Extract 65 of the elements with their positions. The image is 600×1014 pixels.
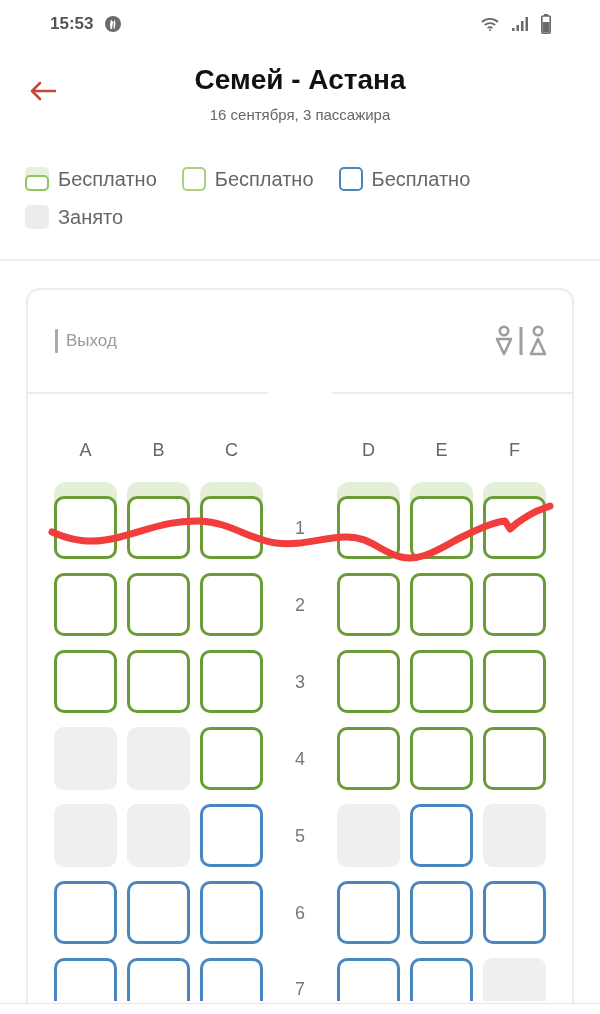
column-letter: F <box>509 440 520 460</box>
seat[interactable] <box>54 573 117 636</box>
signal-icon <box>512 17 528 31</box>
seat[interactable] <box>337 727 400 790</box>
seat[interactable] <box>54 482 117 559</box>
seat[interactable] <box>410 573 473 636</box>
seat-swatch-icon <box>338 167 363 191</box>
column-letter: E <box>435 440 448 460</box>
seat[interactable] <box>54 881 117 944</box>
column-letter: D <box>362 440 375 460</box>
seat[interactable] <box>200 881 263 944</box>
seat[interactable] <box>410 482 473 559</box>
seat[interactable] <box>483 650 546 713</box>
row-number: 7 <box>295 978 305 1000</box>
seat-swatch-icon <box>25 167 49 191</box>
status-time: 15:53 <box>50 14 94 34</box>
wifi-icon <box>481 17 499 31</box>
back-arrow-icon[interactable] <box>30 81 56 101</box>
seat[interactable] <box>410 881 473 944</box>
column-letter: B <box>152 440 165 460</box>
row-number: 4 <box>295 748 305 770</box>
column-letter: C <box>225 440 238 460</box>
seat[interactable] <box>200 727 263 790</box>
seat[interactable] <box>337 958 400 1001</box>
seat[interactable] <box>127 650 190 713</box>
seat[interactable] <box>127 573 190 636</box>
battery-icon <box>541 14 551 34</box>
seat[interactable] <box>127 958 190 1001</box>
seat[interactable] <box>337 482 400 559</box>
seat[interactable] <box>200 650 263 713</box>
row-number: 1 <box>295 517 305 539</box>
seat[interactable] <box>410 650 473 713</box>
seat[interactable] <box>54 650 117 713</box>
seat[interactable] <box>337 881 400 944</box>
seat[interactable] <box>483 573 546 636</box>
seat[interactable] <box>337 650 400 713</box>
seat[interactable] <box>127 881 190 944</box>
seat[interactable] <box>127 482 190 559</box>
row-number: 5 <box>295 825 305 847</box>
legend-label: Бесплатно <box>214 167 314 192</box>
legend-label: Занято <box>58 205 124 230</box>
seat[interactable] <box>483 727 546 790</box>
legend-label: Бесплатно <box>371 167 471 192</box>
seat[interactable] <box>483 881 546 944</box>
restroom-icon <box>495 325 547 357</box>
row-number: 6 <box>295 902 305 924</box>
seat[interactable] <box>200 958 263 1001</box>
seat[interactable] <box>54 958 117 1001</box>
exit-label: Выход <box>66 330 117 352</box>
row-number: 2 <box>295 594 305 616</box>
column-letter: A <box>79 440 92 460</box>
exit-marker-icon <box>55 329 58 353</box>
seat[interactable] <box>410 804 473 867</box>
seat[interactable] <box>200 804 263 867</box>
app-notification-icon <box>105 16 122 32</box>
seat[interactable] <box>410 727 473 790</box>
route-title: Семей - Астана <box>194 63 406 97</box>
trip-subtitle: 16 сентября, 3 пассажира <box>209 105 391 125</box>
seat-swatch-icon <box>181 167 206 191</box>
seat[interactable] <box>200 482 263 559</box>
legend-label: Бесплатно <box>58 167 157 192</box>
seat[interactable] <box>410 958 473 1001</box>
seat[interactable] <box>337 573 400 636</box>
seat[interactable] <box>200 573 263 636</box>
row-number: 3 <box>295 671 305 693</box>
